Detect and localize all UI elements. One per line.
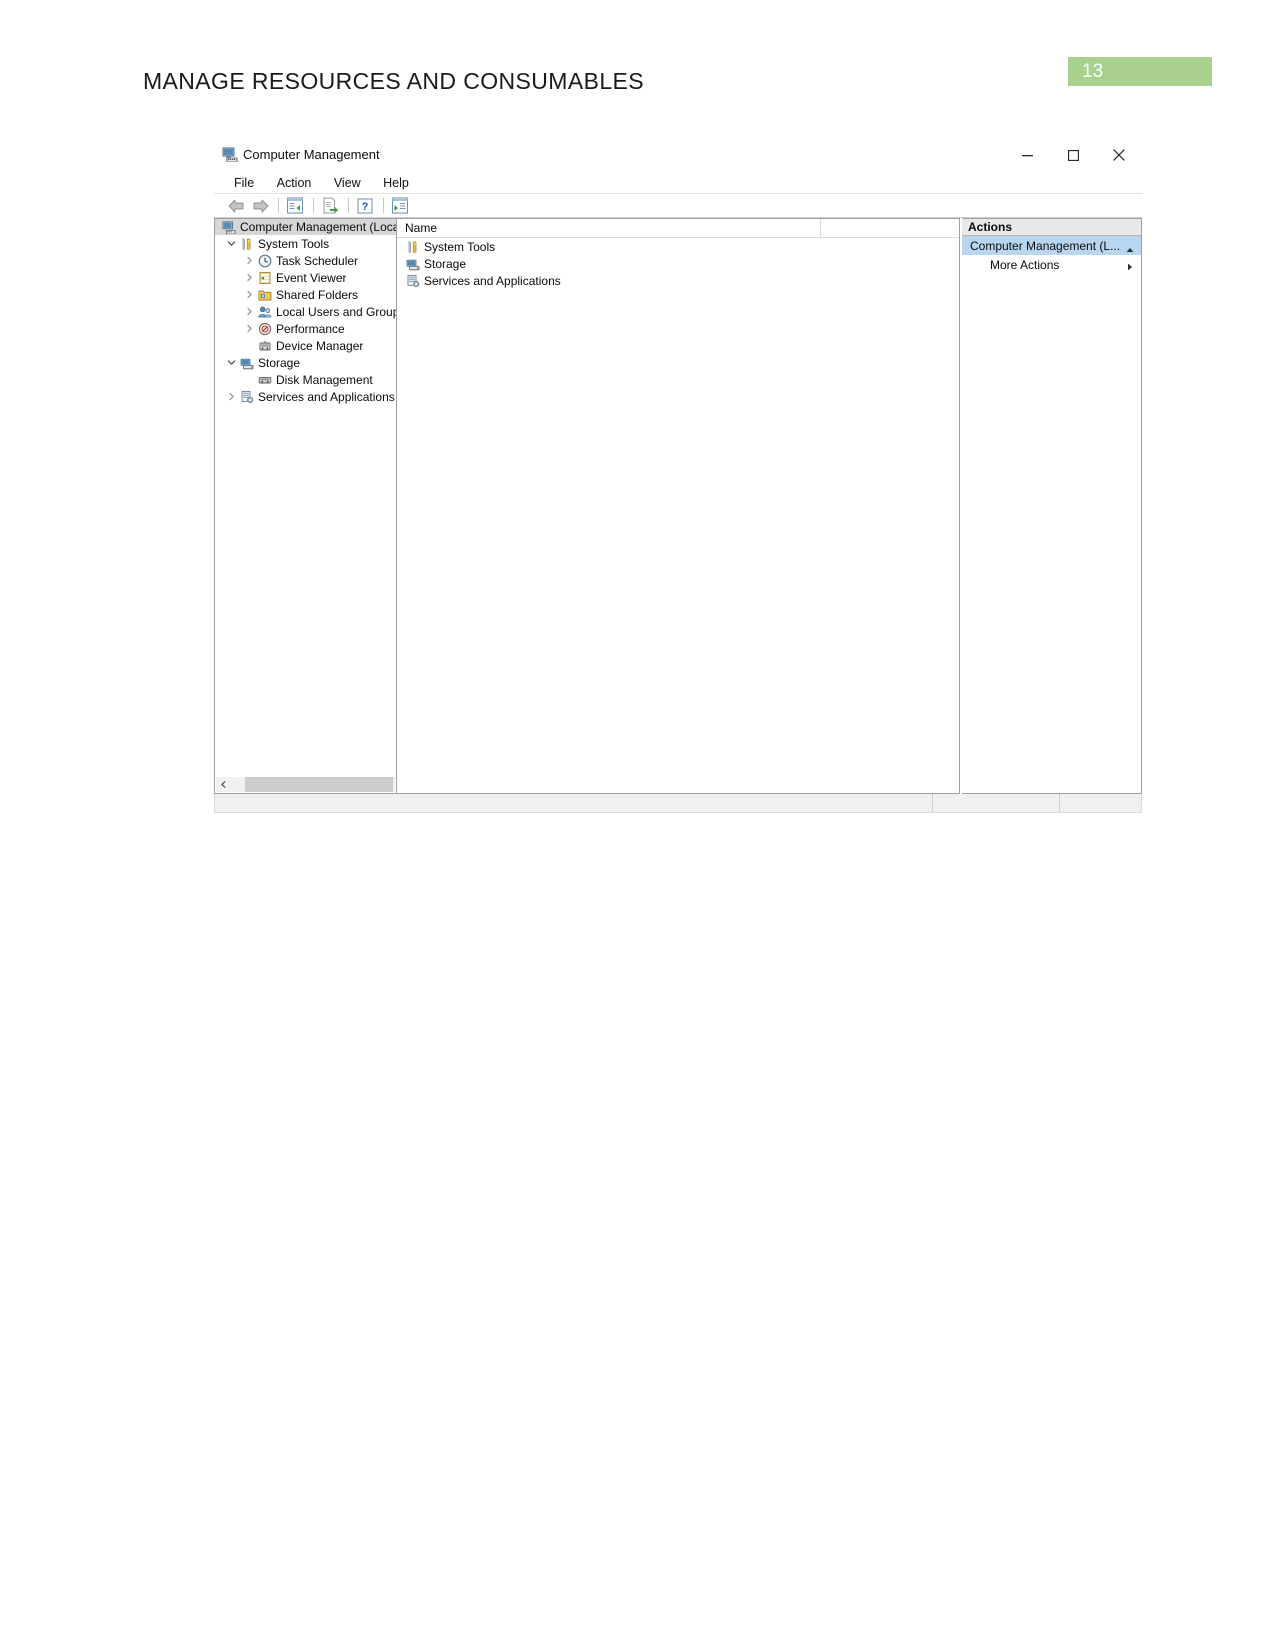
computer-management-icon <box>222 147 238 163</box>
actions-group-label: Computer Management (L... <box>970 238 1121 253</box>
window-titlebar: Computer Management <box>214 138 1142 172</box>
list-column-header: Name <box>397 219 959 238</box>
computer-icon <box>221 220 237 235</box>
tree-node-performance[interactable]: Performance <box>215 320 396 337</box>
menu-item-file[interactable]: File <box>225 172 263 194</box>
actions-group-computer-management[interactable]: Computer Management (L... <box>962 236 1141 255</box>
svg-text:?: ? <box>362 201 369 213</box>
chevron-up-icon[interactable] <box>1126 242 1134 256</box>
tree-node-local-users-and-groups[interactable]: Local Users and Groups <box>215 303 396 320</box>
list-item-label: Storage <box>424 256 467 271</box>
window-controls <box>1004 138 1142 172</box>
tree-node-storage[interactable]: Storage <box>215 354 396 371</box>
action-item-label: More Actions <box>990 257 1060 272</box>
result-list-pane: Name System Tools Storage Services and A… <box>396 218 960 794</box>
tree-horizontal-scrollbar[interactable] <box>216 777 395 792</box>
users-icon <box>257 304 273 319</box>
scrollbar-thumb[interactable] <box>245 777 393 792</box>
menubar: File Action View Help <box>214 172 1142 194</box>
device-manager-icon <box>257 338 273 353</box>
menu-item-help[interactable]: Help <box>374 172 418 194</box>
tree-node-label: Shared Folders <box>276 287 359 302</box>
tree-node-disk-management[interactable]: Disk Management <box>215 371 396 388</box>
performance-icon <box>257 321 273 336</box>
tree-node-shared-folders[interactable]: Shared Folders <box>215 286 396 303</box>
chevron-right-icon[interactable] <box>223 392 239 401</box>
status-bar <box>214 794 1142 813</box>
shared-folders-icon <box>257 287 273 302</box>
menu-item-action[interactable]: Action <box>268 172 321 194</box>
minimize-button[interactable] <box>1004 138 1050 172</box>
chevron-right-icon[interactable] <box>241 273 257 282</box>
list-item-label: System Tools <box>424 239 496 254</box>
event-viewer-icon <box>257 270 273 285</box>
storage-icon <box>239 355 255 370</box>
scrollbar-track[interactable] <box>231 777 393 792</box>
tree-node-label: Computer Management (Local <box>240 220 396 234</box>
tree-node-task-scheduler[interactable]: Task Scheduler <box>215 252 396 269</box>
tree-node-label: Services and Applications <box>258 389 395 404</box>
system-tools-icon <box>405 239 421 254</box>
chevron-down-icon[interactable] <box>223 239 239 248</box>
list-item[interactable]: Services and Applications <box>397 272 959 289</box>
toolbar-separator <box>383 198 384 213</box>
services-icon <box>405 273 421 288</box>
page-number-badge: 13 <box>1068 57 1212 86</box>
tree-node-device-manager[interactable]: Device Manager <box>215 337 396 354</box>
help-icon[interactable]: ? <box>354 196 376 216</box>
status-bar-section-3 <box>1059 794 1141 812</box>
actions-pane: Actions Computer Management (L... More A… <box>962 218 1142 794</box>
tree-node-label: Performance <box>276 321 345 336</box>
storage-icon <box>405 256 421 271</box>
toolbar-separator <box>278 198 279 213</box>
tree-node-event-viewer[interactable]: Event Viewer <box>215 269 396 286</box>
show-hide-console-tree-icon[interactable] <box>284 196 306 216</box>
tree-node-label: Local Users and Groups <box>276 304 396 319</box>
chevron-right-icon[interactable] <box>1127 260 1133 274</box>
toolbar-separator <box>348 198 349 213</box>
window-title: Computer Management <box>243 147 380 162</box>
tree-node-label: Event Viewer <box>276 270 347 285</box>
page-title: MANAGE RESOURCES AND CONSUMABLES <box>143 68 645 94</box>
back-icon[interactable] <box>225 196 247 216</box>
list-item-label: Services and Applications <box>424 273 561 288</box>
tree-node-services-and-applications[interactable]: Services and Applications <box>215 388 396 405</box>
toolbar-separator <box>313 198 314 213</box>
list-item[interactable]: Storage <box>397 255 959 272</box>
tree-node-label: Disk Management <box>276 372 373 387</box>
console-tree-pane: Computer Management (Local System Tools <box>214 218 396 794</box>
column-header-name[interactable]: Name <box>397 219 821 237</box>
chevron-down-icon[interactable] <box>223 358 239 367</box>
scroll-left-icon[interactable] <box>216 777 231 792</box>
chevron-right-icon[interactable] <box>241 290 257 299</box>
system-tools-icon <box>239 236 255 251</box>
menu-item-view[interactable]: View <box>325 172 370 194</box>
window-body: Computer Management (Local System Tools <box>214 218 1142 794</box>
actions-pane-title: Actions <box>962 219 1141 236</box>
tree-node-label: Storage <box>258 355 301 370</box>
status-bar-section-2 <box>932 794 1059 812</box>
tree-node-computer-management[interactable]: Computer Management (Local <box>215 219 396 235</box>
action-item-more-actions[interactable]: More Actions <box>962 255 1141 274</box>
export-list-icon[interactable] <box>319 196 341 216</box>
services-icon <box>239 389 255 404</box>
disk-management-icon <box>257 372 273 387</box>
chevron-right-icon[interactable] <box>241 307 257 316</box>
close-button[interactable] <box>1096 138 1142 172</box>
clock-icon <box>257 253 273 268</box>
list-item[interactable]: System Tools <box>397 238 959 255</box>
toolbar: ? <box>214 194 1142 218</box>
tree-node-system-tools[interactable]: System Tools <box>215 235 396 252</box>
show-hide-action-pane-icon[interactable] <box>389 196 411 216</box>
tree-node-label: System Tools <box>258 236 330 251</box>
maximize-button[interactable] <box>1050 138 1096 172</box>
tree-node-label: Device Manager <box>276 338 364 353</box>
status-bar-message <box>215 794 932 812</box>
chevron-right-icon[interactable] <box>241 256 257 265</box>
computer-management-window: Computer Management File Action View Hel… <box>214 138 1142 813</box>
column-header-blank[interactable] <box>821 219 959 237</box>
tree-node-label: Task Scheduler <box>276 253 359 268</box>
forward-icon[interactable] <box>249 196 271 216</box>
chevron-right-icon[interactable] <box>241 324 257 333</box>
